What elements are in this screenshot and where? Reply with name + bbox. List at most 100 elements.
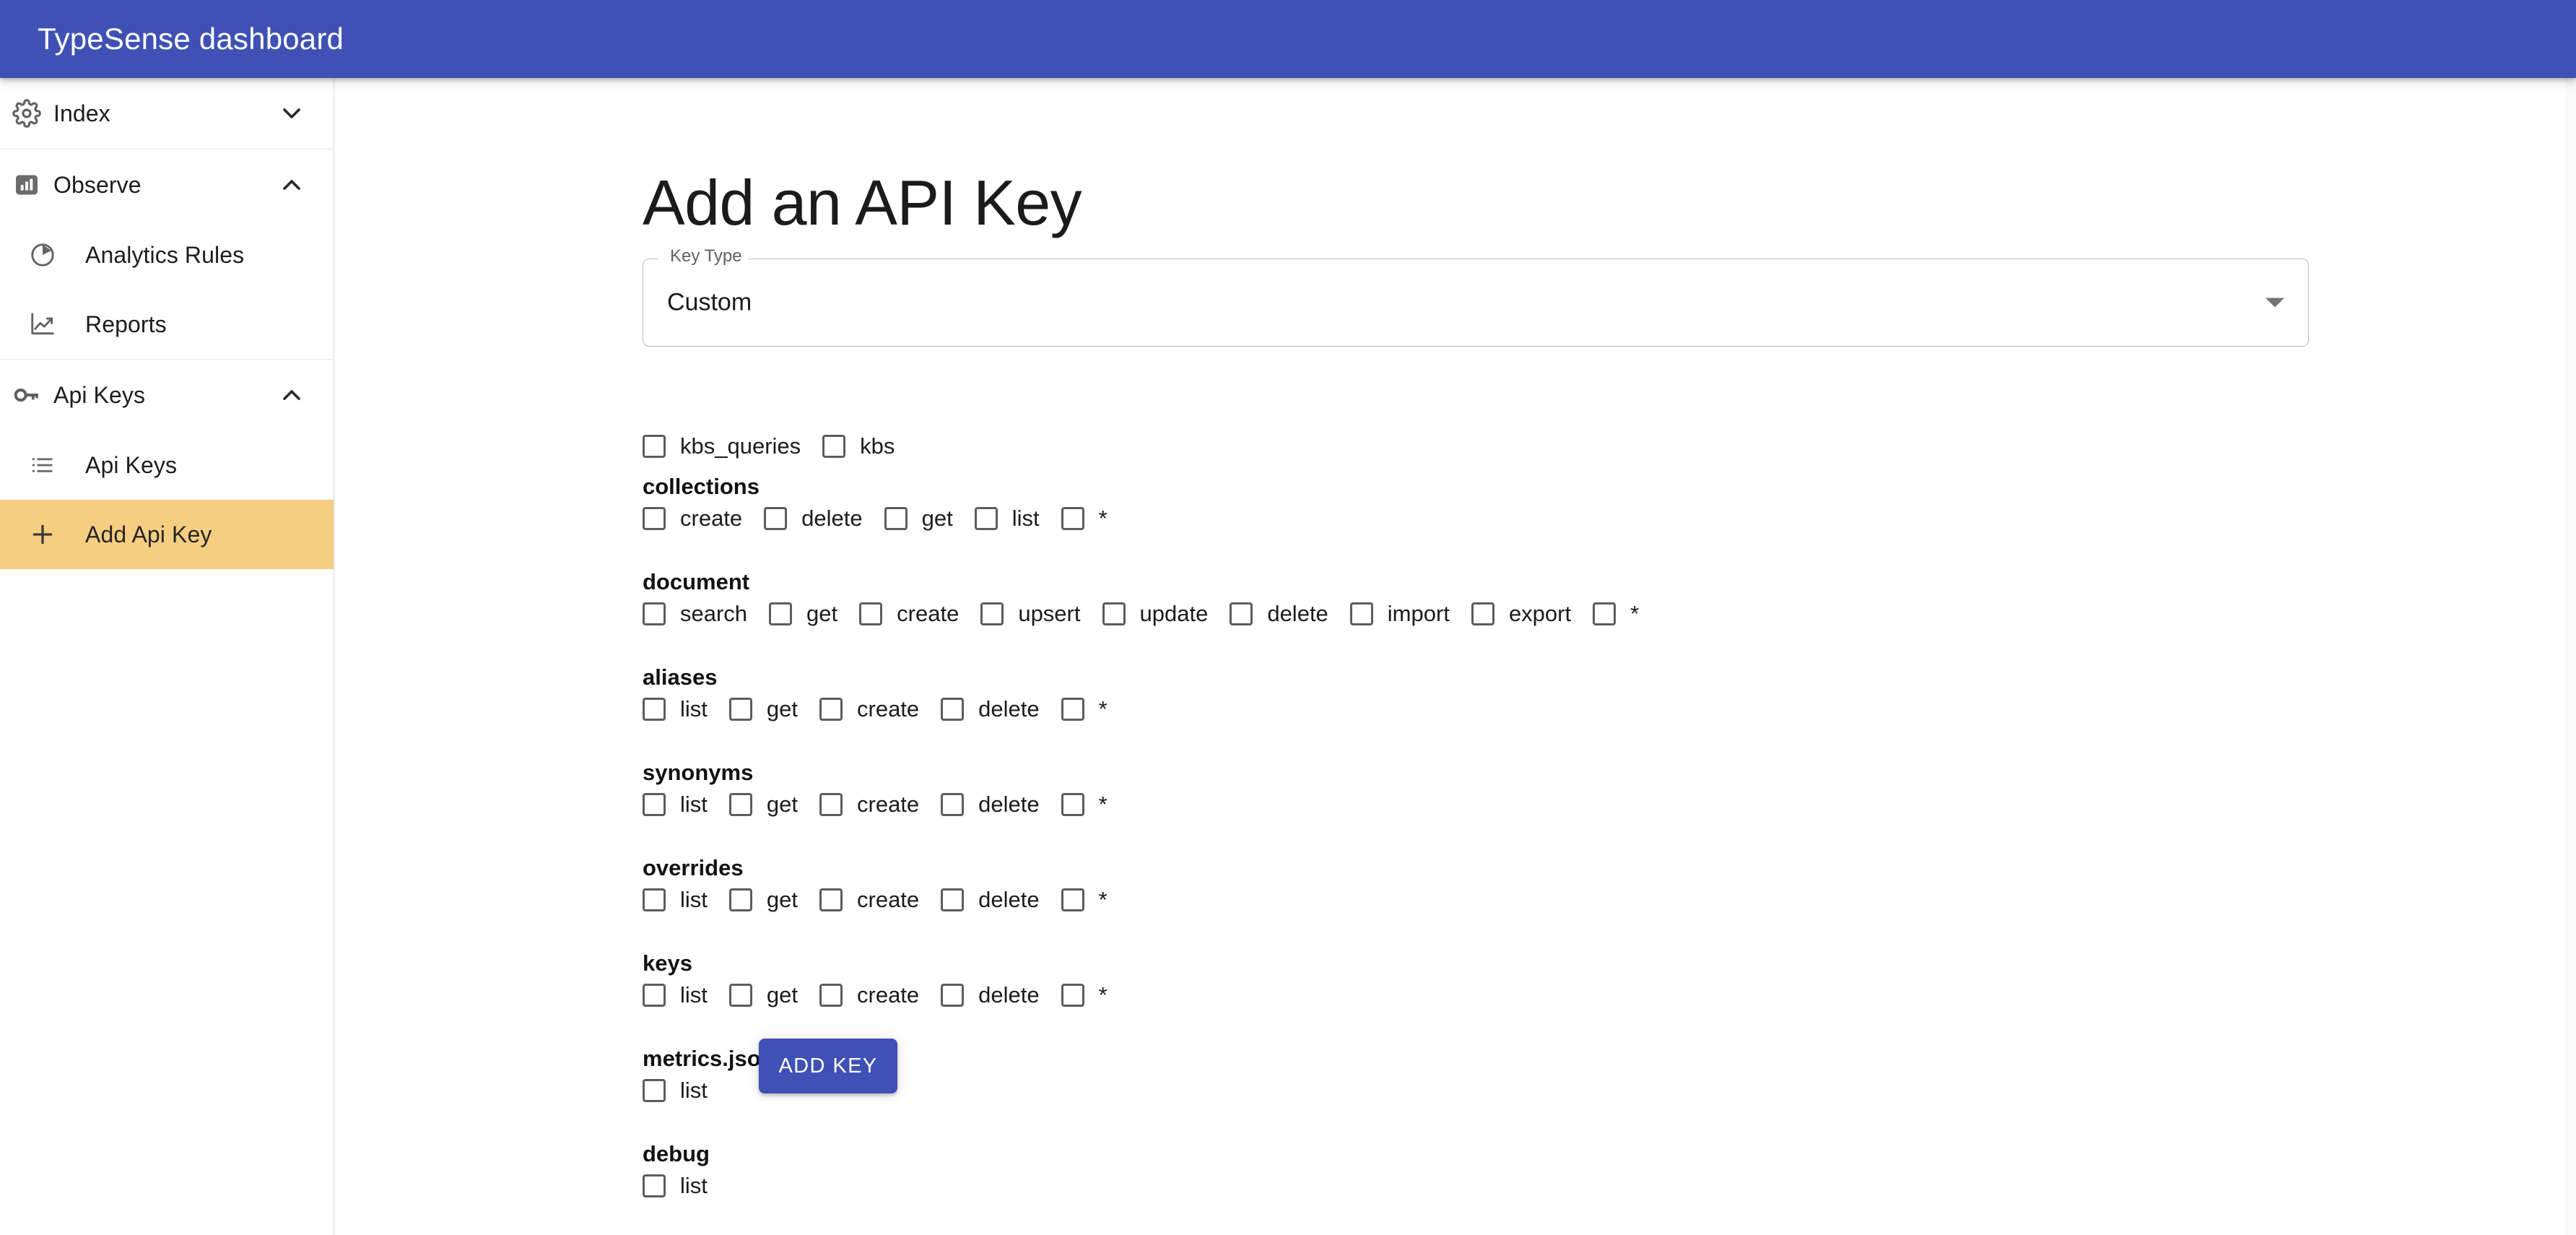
checkbox-item[interactable]: get [884, 506, 966, 532]
checkbox-update[interactable] [1102, 602, 1126, 625]
checkbox-delete[interactable] [941, 888, 965, 911]
checkbox-item[interactable]: search [643, 601, 760, 627]
chevron-down-icon[interactable] [277, 99, 306, 128]
checkbox-list[interactable] [974, 507, 998, 530]
checkbox-item[interactable]: get [728, 887, 811, 913]
checkbox-label: get [806, 601, 838, 626]
checkbox-list[interactable] [643, 1079, 666, 1102]
checkbox-delete[interactable] [1230, 602, 1253, 625]
checkbox-item[interactable]: export [1471, 601, 1584, 627]
checkbox-label: list [680, 792, 708, 817]
checkbox-list[interactable] [643, 1174, 666, 1197]
key-type-select[interactable]: Key Type Custom [643, 248, 2309, 347]
checkbox-item[interactable]: create [819, 696, 932, 722]
chevron-down-icon[interactable] [2266, 298, 2284, 308]
checkbox-kbs[interactable] [822, 435, 846, 458]
checkbox-item[interactable]: kbs [822, 433, 908, 459]
checkbox-item[interactable]: * [1061, 792, 1121, 818]
checkbox-label: delete [1267, 601, 1328, 626]
checkbox-item[interactable]: list [643, 696, 721, 722]
sidebar-item-label-api-keys-header: Api Keys [53, 381, 146, 408]
checkbox-item[interactable]: create [859, 601, 972, 627]
checkbox-delete[interactable] [764, 507, 788, 530]
checkbox-item[interactable]: delete [764, 506, 875, 532]
checkbox-create[interactable] [819, 888, 843, 911]
sidebar-item-index[interactable]: Index [0, 78, 334, 149]
checkbox-list[interactable] [643, 888, 666, 911]
vertical-scrollbar[interactable] [2566, 78, 2576, 1235]
checkbox-export[interactable] [1471, 602, 1494, 625]
checkbox-all[interactable] [1061, 888, 1084, 911]
checkbox-list[interactable] [643, 698, 666, 721]
checkbox-all[interactable] [1061, 984, 1084, 1007]
checkbox-item[interactable]: get [728, 792, 811, 818]
checkbox-item[interactable]: update [1102, 601, 1222, 627]
add-key-button[interactable]: ADD KEY [759, 1039, 897, 1093]
checkbox-get[interactable] [728, 698, 752, 721]
sidebar-item-reports[interactable]: Reports [0, 290, 334, 359]
checkbox-item[interactable]: create [643, 506, 755, 532]
checkbox-get[interactable] [728, 984, 752, 1007]
checkbox-label: update [1139, 601, 1209, 626]
checkbox-item[interactable]: delete [941, 696, 1052, 722]
checkbox-delete[interactable] [941, 793, 965, 816]
checkbox-list[interactable] [643, 793, 666, 816]
checkbox-item[interactable]: import [1349, 601, 1463, 627]
checkbox-list[interactable] [643, 984, 666, 1007]
checkbox-label: delete [978, 696, 1040, 722]
checkbox-item[interactable]: get [769, 601, 850, 627]
checkbox-create[interactable] [819, 698, 843, 721]
sidebar-item-observe[interactable]: Observe [0, 150, 334, 220]
checkbox-label: list [1011, 506, 1040, 531]
checkbox-item[interactable]: list [643, 1078, 721, 1104]
checkbox-create[interactable] [643, 507, 666, 530]
checkbox-get[interactable] [769, 602, 793, 625]
checkbox-label: list [680, 982, 708, 1008]
checkbox-item[interactable]: list [643, 1173, 721, 1199]
checkbox-item[interactable]: create [819, 887, 932, 913]
chevron-up-icon[interactable] [277, 381, 306, 410]
checkbox-item[interactable]: kbs_queries [643, 433, 814, 459]
sidebar-item-api-keys-header[interactable]: Api Keys [0, 360, 334, 430]
checkbox-item[interactable]: delete [941, 887, 1052, 913]
checkbox-item[interactable]: create [819, 792, 932, 818]
checkbox-delete[interactable] [941, 984, 965, 1007]
checkbox-get[interactable] [728, 888, 752, 911]
checkbox-all[interactable] [1061, 698, 1084, 721]
checkbox-item[interactable]: delete [941, 792, 1052, 818]
checkbox-all[interactable] [1061, 793, 1084, 816]
checkbox-item[interactable]: delete [941, 982, 1052, 1008]
checkbox-item[interactable]: * [1593, 601, 1652, 627]
checkbox-item[interactable]: * [1061, 887, 1121, 913]
checkbox-item[interactable]: * [1061, 982, 1121, 1008]
checkbox-delete[interactable] [941, 698, 965, 721]
checkbox-create[interactable] [819, 793, 843, 816]
checkbox-item[interactable]: * [1061, 506, 1121, 532]
sidebar-item-add-api-key[interactable]: Add Api Key [0, 500, 334, 569]
checkbox-item[interactable]: upsert [980, 601, 1093, 627]
checkbox-create[interactable] [859, 602, 883, 625]
checkbox-upsert[interactable] [980, 602, 1004, 625]
checkbox-item[interactable]: get [728, 696, 811, 722]
checkbox-get[interactable] [884, 507, 908, 530]
checkbox-create[interactable] [819, 984, 843, 1007]
checkbox-item[interactable]: list [974, 506, 1053, 532]
checkbox-item[interactable]: delete [1230, 601, 1341, 627]
checkbox-item[interactable]: get [728, 982, 811, 1008]
checkbox-item[interactable]: * [1061, 696, 1121, 722]
checkbox-search[interactable] [643, 602, 666, 625]
chevron-up-icon[interactable] [277, 170, 306, 199]
checkbox-item[interactable]: list [643, 982, 721, 1008]
checkbox-item[interactable]: list [643, 887, 721, 913]
sidebar-item-analytics-rules[interactable]: Analytics Rules [0, 220, 334, 290]
sidebar-item-api-keys[interactable]: Api Keys [0, 430, 334, 500]
checkbox-all[interactable] [1593, 602, 1616, 625]
checkbox-get[interactable] [728, 793, 752, 816]
key-type-select-outline[interactable] [643, 259, 2309, 347]
checkbox-item[interactable]: list [643, 792, 721, 818]
checkbox-kbs_queries[interactable] [643, 435, 666, 458]
checkbox-item[interactable]: create [819, 982, 932, 1008]
key-type-label: Key Type [664, 248, 748, 265]
checkbox-all[interactable] [1061, 507, 1084, 530]
checkbox-import[interactable] [1349, 602, 1373, 625]
